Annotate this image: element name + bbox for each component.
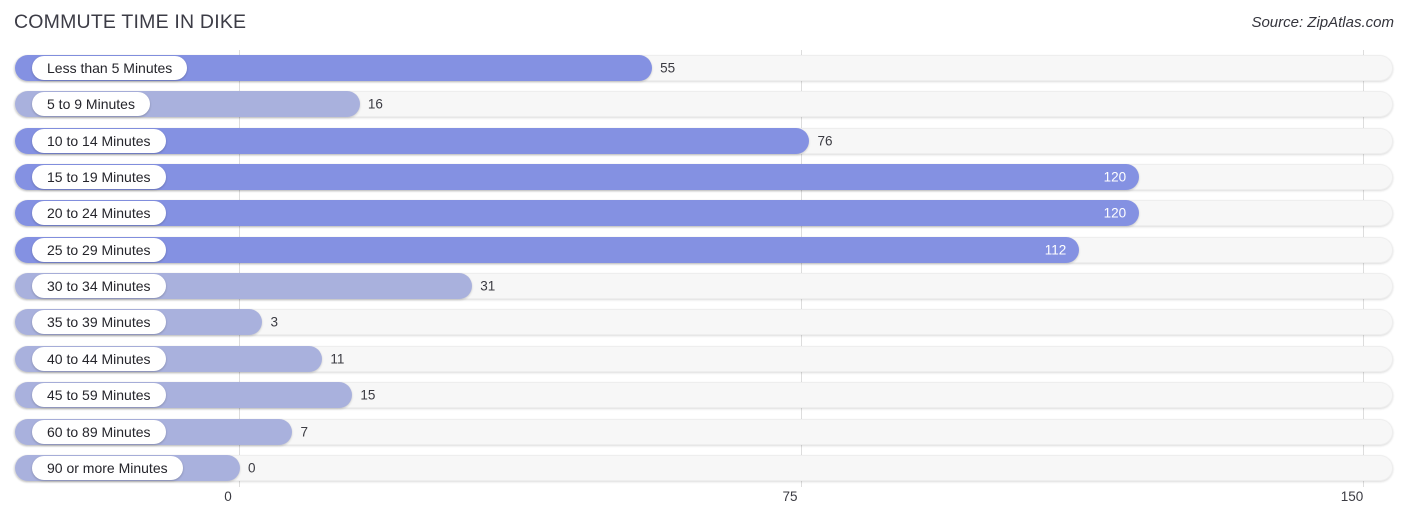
bar-value-label: 112 [1044,242,1067,258]
category-label: 25 to 29 Minutes [47,241,151,258]
bar[interactable]: 120 [15,200,1140,227]
category-label: 45 to 59 Minutes [47,387,151,404]
source-attribution: Source: ZipAtlas.com [1251,14,1394,31]
bar-row[interactable]: 31 30 to 34 Minutes [14,273,1393,300]
bar-value-label: 15 [360,387,376,403]
category-label: 35 to 39 Minutes [47,314,151,331]
chart-header: COMMUTE TIME IN DIKE Source: ZipAtlas.co… [0,0,1406,44]
category-label: 10 to 14 Minutes [47,132,151,149]
bar-value-label: 3 [270,314,278,330]
bar[interactable]: 120 [15,164,1140,191]
bar-row[interactable]: 11 40 to 44 Minutes [14,345,1393,372]
category-label: 40 to 44 Minutes [47,350,151,367]
bar-rows: 55 Less than 5 Minutes 16 5 to 9 Minutes 76 1… [0,44,1406,487]
bar-row[interactable]: 3 35 to 39 Minutes [14,309,1393,336]
bar-row[interactable]: 76 10 to 14 Minutes [14,127,1393,154]
axis-tick-label: 75 [782,489,798,504]
x-axis: 0 75 150 [0,487,1406,523]
bar-value-label: 7 [300,424,308,439]
category-label: 15 to 19 Minutes [47,169,151,186]
page-title: COMMUTE TIME IN DIKE [14,11,247,33]
bar-value-label: 16 [367,96,383,112]
bar-row[interactable]: 120 20 to 24 Minutes [14,200,1393,227]
bar-row[interactable]: 0 90 or more Minutes [14,454,1393,481]
bar-value-label: 55 [660,60,676,76]
bar-value-label: 120 [1103,205,1127,221]
category-pill[interactable]: 5 to 9 Minutes [32,92,150,117]
bar-row[interactable]: 112 25 to 29 Minutes [14,236,1393,263]
bar-row[interactable]: 55 Less than 5 Minutes [14,55,1393,81]
bar-value-label: 76 [817,133,833,149]
bar-row[interactable]: 120 15 to 19 Minutes [14,164,1393,191]
bar[interactable]: 112 [15,236,1080,263]
category-label: 5 to 9 Minutes [47,96,135,113]
bar-row[interactable]: 7 60 to 89 Minutes [14,418,1393,445]
bar-value-label: 31 [480,278,496,294]
plot-area: 55 Less than 5 Minutes 16 5 to 9 Minutes 76 1… [0,44,1406,487]
category-pill[interactable]: 40 to 44 Minutes [32,346,166,371]
category-pill[interactable]: 45 to 59 Minutes [32,383,166,408]
category-pill[interactable]: 25 to 29 Minutes [32,237,166,262]
category-pill[interactable]: 20 to 24 Minutes [32,201,166,226]
category-label: Less than 5 Minutes [47,60,173,76]
category-label: 60 to 89 Minutes [47,423,151,440]
category-pill[interactable]: 90 or more Minutes [32,455,183,480]
category-pill[interactable]: 35 to 39 Minutes [32,310,166,335]
category-pill[interactable]: 60 to 89 Minutes [32,419,166,444]
commute-time-bar-chart: COMMUTE TIME IN DIKE Source: ZipAtlas.co… [0,0,1406,523]
bar-value-label: 120 [1103,169,1127,185]
category-label: 20 to 24 Minutes [47,205,151,222]
category-pill[interactable]: 30 to 34 Minutes [32,274,166,299]
category-label: 90 or more Minutes [47,459,168,476]
axis-tick-label: 0 [224,489,232,504]
bar-value-label: 0 [248,460,256,476]
bar-row[interactable]: 16 5 to 9 Minutes [14,91,1393,118]
bar-row[interactable]: 15 45 to 59 Minutes [14,382,1393,409]
category-pill[interactable]: 15 to 19 Minutes [32,165,166,190]
category-pill[interactable]: Less than 5 Minutes [32,56,188,80]
category-label: 30 to 34 Minutes [47,278,151,295]
bar-value-label: 11 [330,351,345,367]
axis-tick-label: 150 [1340,489,1364,504]
category-pill[interactable]: 10 to 14 Minutes [32,128,166,153]
